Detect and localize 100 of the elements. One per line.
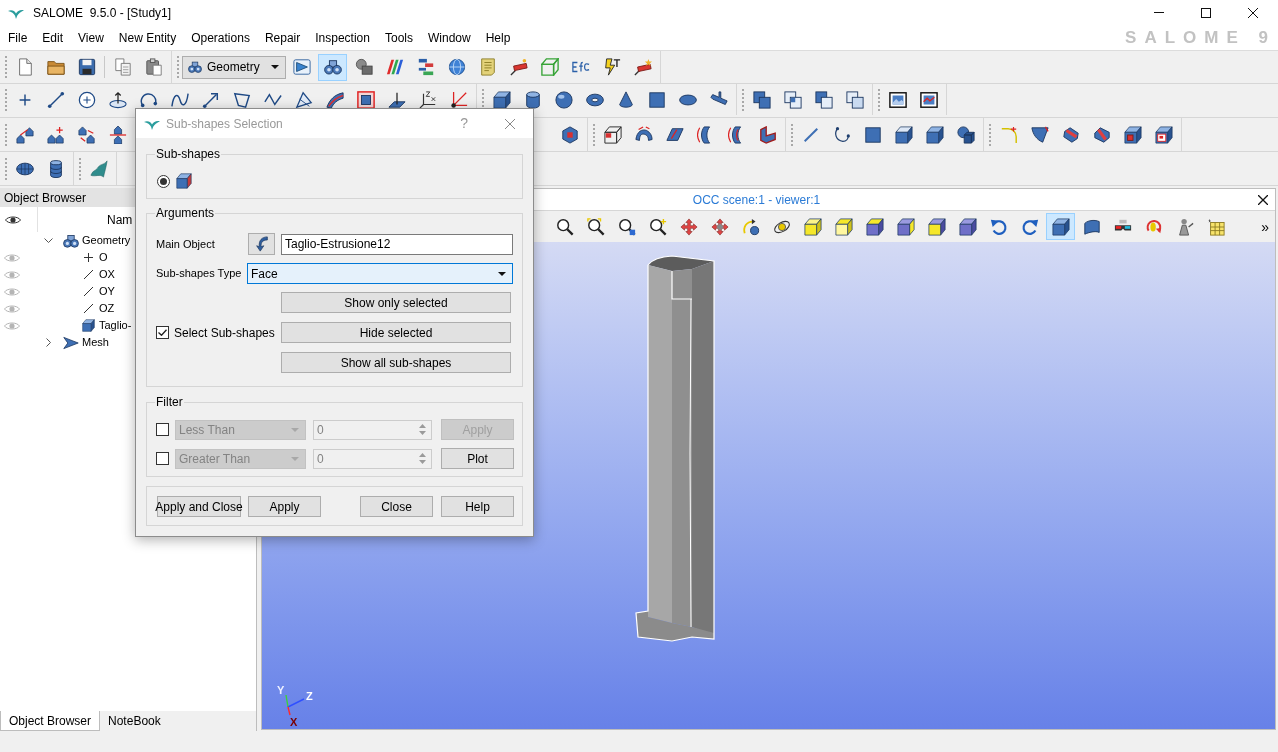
panel-tab[interactable]: Object Browser — [0, 711, 101, 731]
binoculars-icon — [63, 232, 79, 249]
table-icon — [1206, 217, 1225, 236]
open-box-icon[interactable] — [894, 125, 913, 144]
picture-icon[interactable] — [919, 90, 938, 109]
box-icon[interactable] — [1123, 125, 1142, 144]
toolbar-button[interactable] — [318, 53, 347, 81]
square-icon[interactable] — [647, 90, 666, 109]
arc-icon[interactable] — [139, 90, 158, 109]
plane-icon[interactable] — [387, 90, 406, 109]
picture-icon[interactable] — [888, 90, 907, 109]
shape-arrows-icon[interactable] — [77, 125, 96, 144]
vector-icon[interactable] — [201, 90, 220, 109]
curved-shape-icon[interactable] — [634, 125, 653, 144]
action-button[interactable]: Show only selected — [281, 292, 511, 313]
menu-item[interactable]: Tools — [377, 25, 420, 50]
cylinder-icon[interactable] — [523, 90, 542, 109]
tree-item[interactable]: O — [99, 249, 108, 266]
action-button[interactable]: Show all sub-shapes — [281, 352, 511, 373]
framed-square-icon[interactable] — [356, 90, 375, 109]
caret-icon — [498, 271, 506, 276]
dialog-button[interactable]: Apply — [248, 496, 321, 517]
overlapping-squares-icon[interactable] — [783, 90, 802, 109]
ellipse-arrow-icon[interactable] — [108, 90, 127, 109]
dialog-button[interactable]: Help — [441, 496, 514, 517]
overlapping-squares-icon[interactable] — [845, 90, 864, 109]
maximize-icon — [1200, 7, 1211, 18]
chamfer-icon[interactable] — [1092, 125, 1111, 144]
chamfer-icon[interactable] — [1061, 125, 1080, 144]
undo-icon — [989, 217, 1008, 236]
square-icon[interactable] — [863, 125, 882, 144]
menu-item[interactable]: Edit — [35, 25, 71, 50]
view-cube-icon — [958, 217, 977, 236]
box-icon[interactable] — [925, 125, 944, 144]
framed-box-icon[interactable] — [1154, 125, 1173, 144]
tree-item[interactable]: Geometry — [82, 232, 131, 249]
overlapping-squares-icon[interactable] — [752, 90, 771, 109]
mesh-icon — [63, 334, 79, 351]
chevron-right-icon[interactable] — [45, 338, 51, 347]
coordinate-axes-icon[interactable] — [449, 90, 468, 109]
menu-item[interactable]: Operations — [184, 25, 257, 50]
compound-icon[interactable] — [956, 125, 975, 144]
module-combo[interactable]: Geometry — [182, 55, 286, 79]
tree-item[interactable]: Taglio- — [99, 317, 132, 334]
chevron-down-icon[interactable] — [43, 238, 53, 243]
view-cube-icon — [896, 217, 915, 236]
line-icon[interactable] — [801, 125, 820, 144]
l-shape-icon[interactable] — [758, 125, 777, 144]
save-icon[interactable] — [77, 58, 96, 76]
sphere-icon[interactable] — [554, 90, 573, 109]
column-header[interactable]: Nam — [107, 210, 133, 229]
arrow-shape-icon[interactable] — [15, 125, 34, 144]
minimize-icon — [1153, 12, 1164, 13]
tree-item[interactable]: OX — [99, 266, 115, 283]
close-icon — [1258, 194, 1268, 205]
box-icon[interactable] — [492, 90, 511, 109]
line-icon[interactable] — [46, 90, 65, 109]
dialog-button[interactable]: Close — [360, 496, 433, 517]
shape-split-icon[interactable] — [108, 125, 127, 144]
folder-icon[interactable] — [46, 58, 65, 76]
more-button[interactable]: » — [1261, 219, 1269, 234]
tree-item[interactable]: OZ — [99, 300, 115, 317]
menu-item[interactable]: Window — [420, 25, 478, 50]
dialog-button[interactable]: Apply and Close — [157, 496, 241, 517]
fillet-icon[interactable] — [999, 125, 1018, 144]
sketch-icon[interactable] — [294, 90, 313, 109]
menu-item[interactable]: Repair — [257, 25, 308, 50]
spin-arrows-icon — [419, 453, 426, 464]
text-field[interactable]: Taglio-Estrusione12 — [281, 233, 513, 255]
bent-plate-icon[interactable] — [665, 125, 684, 144]
menu-item[interactable]: New Entity — [111, 25, 184, 50]
menu-item[interactable]: View — [71, 25, 111, 50]
axes-icon[interactable] — [418, 90, 437, 109]
checkmark-icon — [158, 329, 167, 336]
scroll-icon — [478, 58, 497, 76]
tree-item[interactable]: Mesh — [82, 334, 109, 351]
tree-item[interactable]: OY — [99, 283, 115, 300]
select-button[interactable] — [248, 233, 275, 255]
menu-item[interactable]: Help — [478, 25, 518, 50]
overlapping-squares-icon[interactable] — [814, 90, 833, 109]
copy-icon[interactable] — [113, 58, 132, 76]
paste-icon[interactable] — [144, 58, 163, 76]
wireframe-box-icon[interactable] — [603, 125, 622, 144]
eye-icon[interactable] — [5, 214, 21, 225]
circle-icon[interactable] — [77, 90, 96, 109]
cone-icon[interactable] — [616, 90, 635, 109]
menu-item[interactable]: File — [1, 25, 35, 50]
wedge-icon[interactable] — [1030, 125, 1049, 144]
checkbox[interactable] — [156, 326, 169, 339]
action-button[interactable]: Hide selected — [281, 322, 511, 343]
shape-plus-icon[interactable] — [46, 125, 65, 144]
surface-icon[interactable] — [89, 159, 108, 178]
surface-icon[interactable] — [325, 90, 344, 109]
menu-item[interactable]: Inspection — [308, 25, 377, 50]
hexagon-cube-icon[interactable] — [560, 125, 579, 144]
radio-button[interactable] — [157, 174, 170, 188]
combo-box[interactable]: Face — [247, 263, 513, 284]
polygon-icon[interactable] — [232, 90, 251, 109]
arc-icon[interactable] — [832, 125, 851, 144]
toolbar-button[interactable] — [1046, 213, 1075, 240]
